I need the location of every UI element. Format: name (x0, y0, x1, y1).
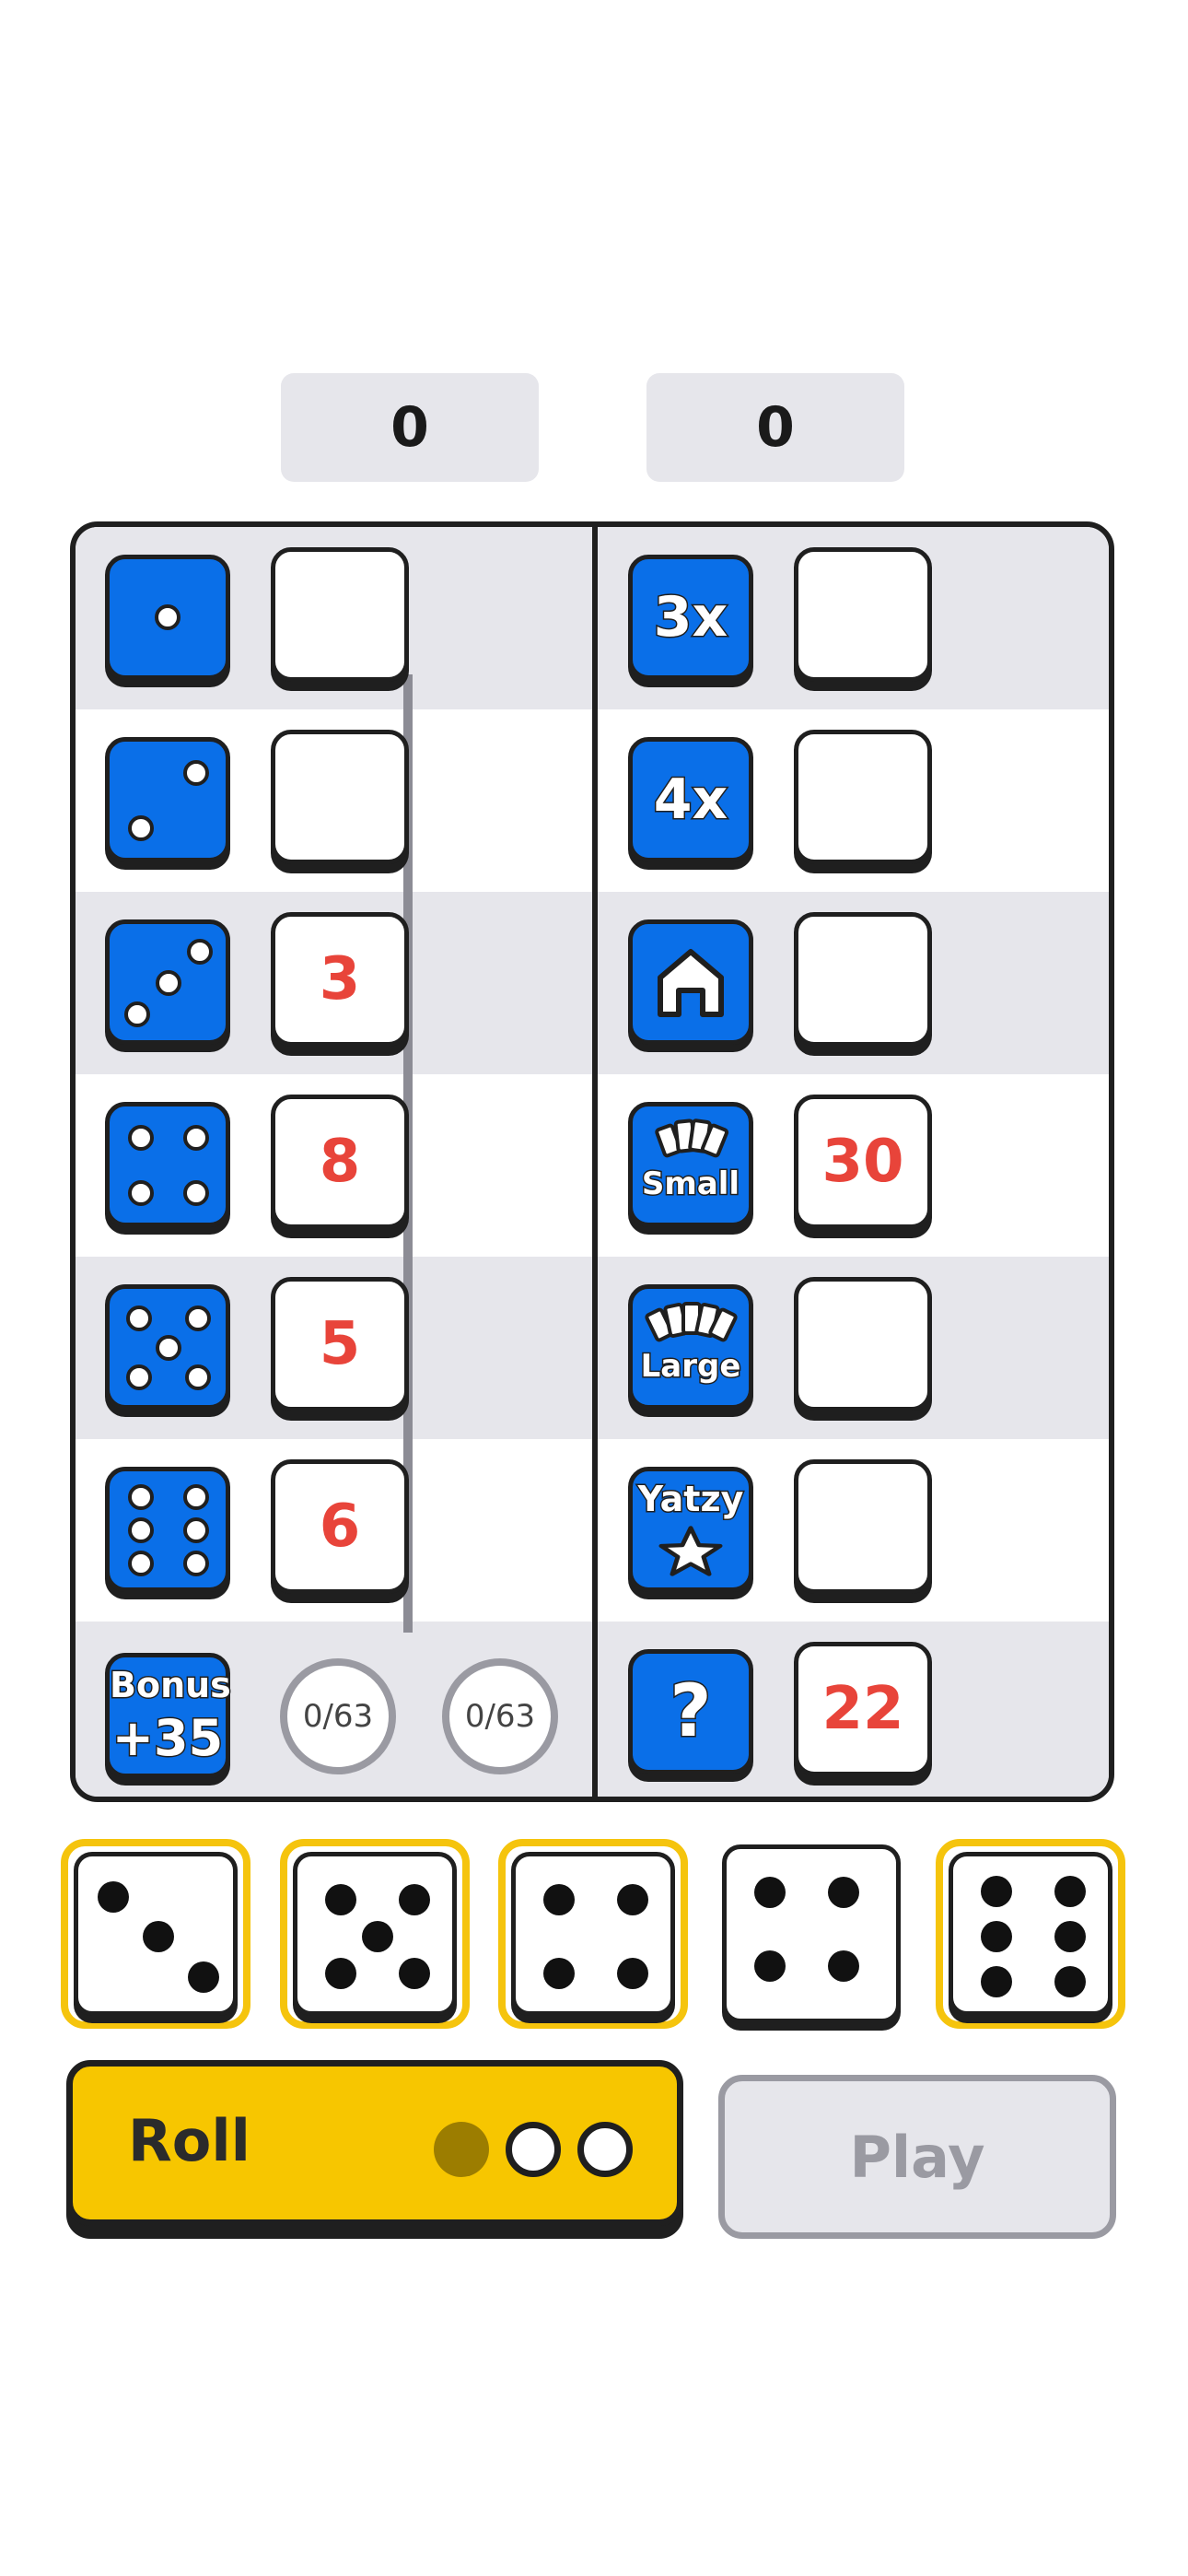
die-pip (399, 1883, 431, 1915)
cards-fan-icon (645, 1302, 738, 1342)
score-box-fours[interactable]: 8 (271, 1095, 409, 1229)
score-box-twos[interactable] (271, 730, 409, 864)
chance-category-icon: ? (628, 1649, 753, 1774)
score-box-four-of-a-kind[interactable] (794, 730, 932, 864)
die-4[interactable] (716, 1839, 906, 2029)
bonus-progress-ring: 0/63 (280, 1658, 396, 1774)
die-pip (980, 1965, 1012, 1997)
die-face (293, 1852, 457, 2016)
score-box-yatzy[interactable] (794, 1459, 932, 1594)
house-icon (658, 949, 724, 1017)
die-face (511, 1852, 675, 2016)
die-pip (324, 1883, 356, 1915)
die-pip (617, 1958, 649, 1990)
die-3[interactable] (498, 1839, 688, 2029)
die-pip (1054, 1965, 1087, 1997)
die-5[interactable] (936, 1839, 1125, 2029)
small-straight-category-icon: Small (628, 1102, 753, 1227)
die-pip (542, 1958, 575, 1990)
fives-category-icon (105, 1284, 230, 1410)
die-pip (143, 1921, 174, 1952)
score-box-large-straight[interactable] (794, 1277, 932, 1411)
die-pip (362, 1921, 393, 1952)
roll-count-dot (506, 2122, 561, 2177)
threes-category-icon (105, 919, 230, 1045)
die-pip (828, 1876, 860, 1908)
die-pip (1054, 1921, 1087, 1952)
die-pip (542, 1883, 575, 1915)
four-of-a-kind-category-icon: 4x (628, 737, 753, 862)
score-box-chance[interactable]: 22 (794, 1642, 932, 1776)
die-pip (399, 1958, 431, 1990)
roll-count-dot (434, 2122, 489, 2177)
star-icon (658, 1526, 723, 1576)
die-face (949, 1852, 1112, 2016)
die-pip (98, 1880, 130, 1913)
die-pip (187, 1961, 219, 1993)
scorecard: Bonus +35 3 8 5 6 0/63 0/63 3x 4x Small (70, 521, 1114, 1802)
score-box-full-house[interactable] (794, 912, 932, 1047)
large-straight-category-icon: Large (628, 1284, 753, 1410)
bonus-badge: Bonus +35 (105, 1653, 232, 1778)
score-box-small-straight[interactable]: 30 (794, 1095, 932, 1229)
die-pip (753, 1950, 786, 1983)
die-2[interactable] (280, 1839, 470, 2029)
score-box-ones[interactable] (271, 547, 409, 682)
die-pip (753, 1876, 786, 1908)
score-box-sixes[interactable]: 6 (271, 1459, 409, 1594)
three-of-a-kind-category-icon: 3x (628, 555, 753, 680)
roll-button-label: Roll (128, 2107, 250, 2174)
player-total-score: 0 (281, 373, 539, 482)
ones-category-icon (105, 555, 230, 680)
roll-count-dot (577, 2122, 633, 2177)
score-box-fives[interactable]: 5 (271, 1277, 409, 1411)
die-pip (1054, 1876, 1087, 1908)
full-house-category-icon (628, 919, 753, 1045)
scorecard-divider (592, 527, 598, 1797)
twos-category-icon (105, 737, 230, 862)
score-box-three-of-a-kind[interactable] (794, 547, 932, 682)
die-face (722, 1844, 901, 2023)
die-pip (324, 1958, 356, 1990)
cards-fan-icon (655, 1118, 729, 1158)
yatzy-category-icon: Yatzy (628, 1467, 753, 1592)
sixes-category-icon (105, 1467, 230, 1592)
die-pip (980, 1921, 1012, 1952)
fours-category-icon (105, 1102, 230, 1227)
die-pip (980, 1876, 1012, 1908)
score-box-threes[interactable]: 3 (271, 912, 409, 1047)
play-button[interactable]: Play (718, 2075, 1116, 2239)
bonus-progress-ring-secondary: 0/63 (442, 1658, 558, 1774)
die-pip (617, 1883, 649, 1915)
die-face (74, 1852, 238, 2016)
roll-button[interactable]: Roll (66, 2060, 683, 2226)
opponent-total-score: 0 (646, 373, 904, 482)
die-1[interactable] (61, 1839, 250, 2029)
die-pip (828, 1950, 860, 1983)
